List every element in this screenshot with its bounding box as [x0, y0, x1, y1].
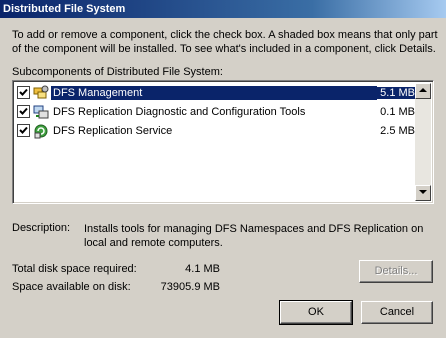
dfs-management-icon [33, 85, 49, 98]
window-title: Distributed File System [3, 3, 126, 15]
checkbox-dfs-service[interactable] [17, 124, 30, 137]
item-label: DFS Replication Diagnostic and Configura… [53, 105, 306, 118]
ok-button[interactable]: OK [279, 300, 353, 325]
list-item-dfs-management[interactable]: DFS Management 5.1 MB [15, 83, 415, 102]
disk-available-label: Space available on disk: [12, 281, 131, 293]
checkbox-dfs-management[interactable] [17, 86, 30, 99]
scroll-up-button[interactable] [415, 83, 431, 99]
description-text: Installs tools for managing DFS Namespac… [84, 223, 424, 249]
disk-required-value: 4.1 MB [185, 263, 220, 275]
subcomponents-list[interactable]: DFS Management 5.1 MB DFS Replication Di… [12, 80, 434, 204]
checkbox-dfs-tools[interactable] [17, 105, 30, 118]
dfs-service-icon [34, 124, 48, 138]
list-item-dfs-tools[interactable]: DFS Replication Diagnostic and Configura… [15, 102, 415, 121]
vertical-scrollbar[interactable] [415, 83, 431, 201]
arrow-down-icon [419, 190, 427, 194]
details-button[interactable]: Details... [359, 260, 433, 283]
dfs-tools-icon [33, 105, 49, 118]
description-label: Description: [12, 222, 71, 234]
item-size: 5.1 MB [355, 86, 415, 99]
scroll-down-button[interactable] [415, 185, 431, 201]
list-item-dfs-service[interactable]: DFS Replication Service 2.5 MB [15, 121, 415, 140]
cancel-button[interactable]: Cancel [361, 301, 433, 324]
instructions-text: To add or remove a component, click the … [12, 29, 438, 55]
disk-required-label: Total disk space required: [12, 263, 137, 275]
item-label: DFS Replication Service [53, 124, 173, 137]
item-size: 2.5 MB [380, 124, 415, 137]
arrow-up-icon [419, 88, 427, 92]
item-label: DFS Management [51, 85, 377, 100]
disk-available-value: 73905.9 MB [160, 281, 220, 293]
subcomponents-label: Subcomponents of Distributed File System… [12, 66, 223, 78]
title-bar[interactable]: Distributed File System [0, 0, 446, 18]
item-size: 0.1 MB [380, 105, 415, 118]
